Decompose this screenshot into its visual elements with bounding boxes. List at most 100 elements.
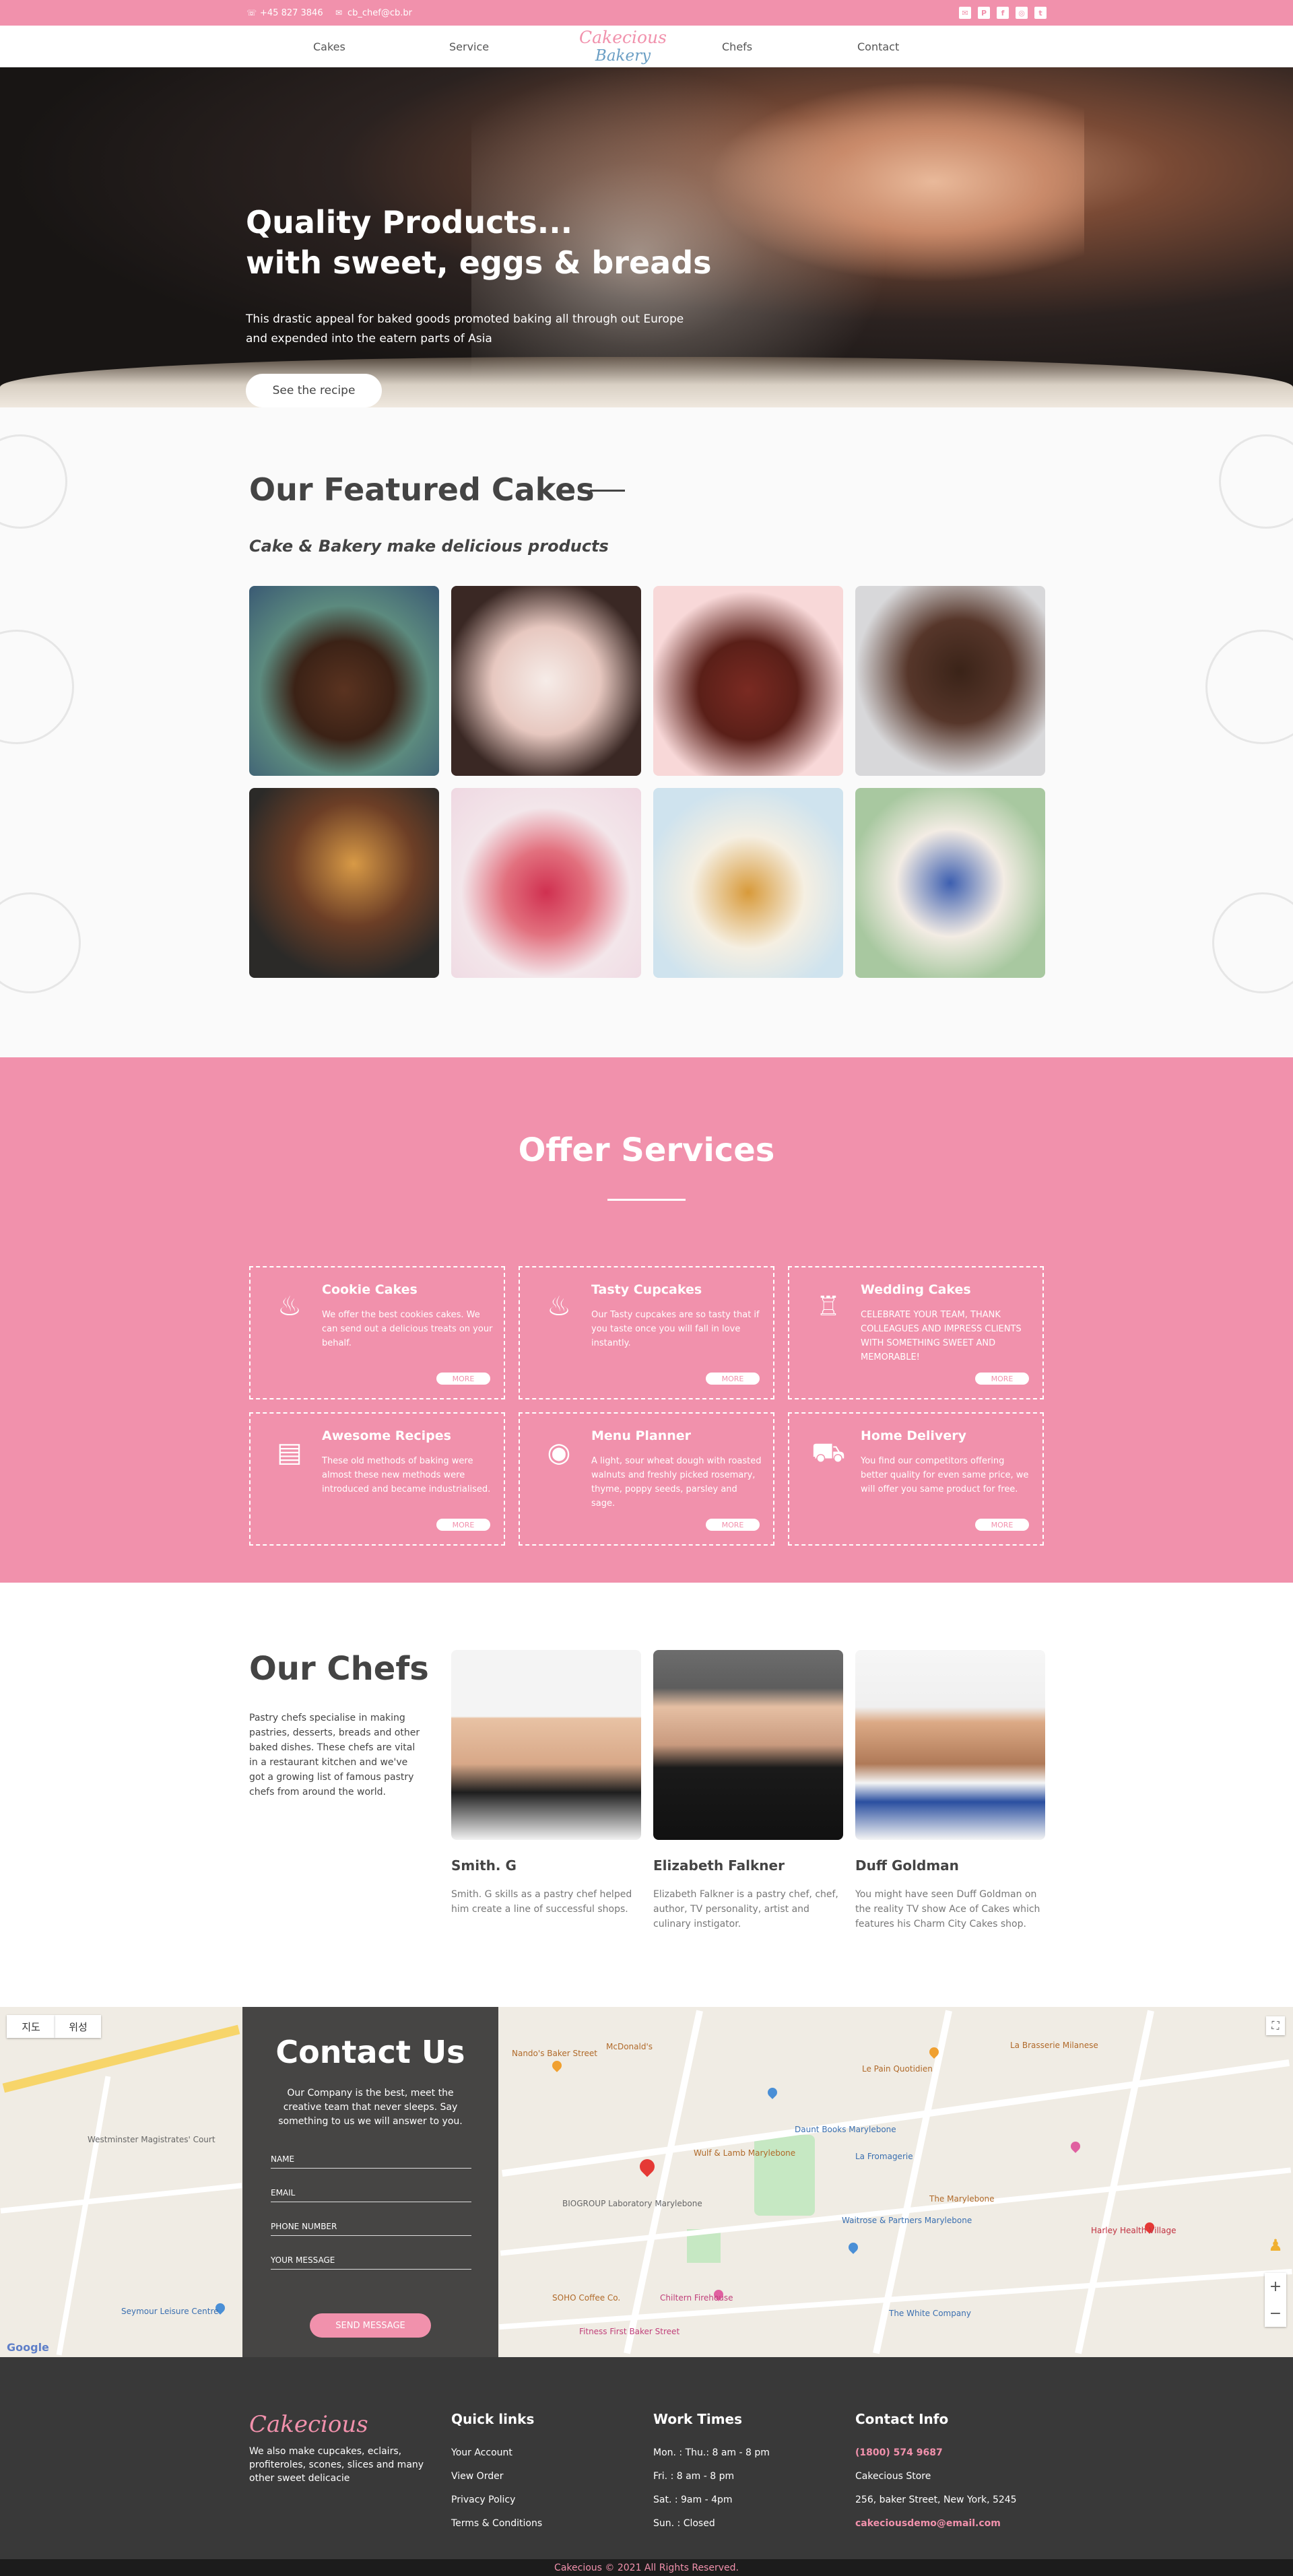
facebook-icon[interactable]: f <box>997 7 1009 19</box>
map-label: Nando's Baker Street <box>512 2049 597 2058</box>
cupcake-outline-decoration <box>0 892 81 993</box>
see-recipe-button[interactable]: See the recipe <box>246 374 382 407</box>
more-button[interactable]: MORE <box>975 1373 1029 1385</box>
chef-name: Smith. G <box>451 1857 517 1874</box>
quick-links-title: Quick links <box>451 2411 535 2427</box>
zoom-out-icon[interactable]: − <box>1265 2300 1286 2327</box>
pinterest-icon[interactable]: P <box>978 7 990 19</box>
cake-image-berry-tart[interactable] <box>451 788 641 978</box>
cake-image-chocolate-stack[interactable] <box>653 586 843 776</box>
zoom-in-icon[interactable]: + <box>1265 2273 1286 2300</box>
contact-title: Contact Us <box>275 2034 465 2070</box>
restaurant-pin-icon <box>550 2059 564 2072</box>
footer-phone[interactable]: (1800) 574 9687 <box>855 2446 1017 2459</box>
work-times-title: Work Times <box>653 2411 743 2427</box>
cake-image-drip-cake[interactable] <box>653 788 843 978</box>
services-title-underline <box>607 1199 686 1201</box>
footer-logo[interactable]: Cakecious <box>249 2411 431 2438</box>
cake-image-balloon-cake[interactable] <box>451 586 641 776</box>
map-label: BIOGROUP Laboratory Marylebone <box>562 2199 702 2208</box>
hero-title-line1: Quality Products... <box>246 204 573 240</box>
email-icon: ✉ <box>335 8 343 18</box>
recipe-book-icon: ▤ <box>277 1437 302 1468</box>
nav-item-cakes[interactable]: Cakes <box>313 26 345 67</box>
phone-field[interactable]: PHONE NUMBER <box>271 2214 471 2236</box>
delivery-truck-icon: ⛟ <box>811 1437 846 1468</box>
service-card-wedding-cakes: ♖ Wedding Cakes CELEBRATE YOUR TEAM, THA… <box>788 1266 1044 1399</box>
logo-bottom: Bakery <box>595 47 651 65</box>
cake-image-cupcake-brownie[interactable] <box>249 788 439 978</box>
chef-card-smith: Smith. G Smith. G skills as a pastry che… <box>451 1650 641 1917</box>
hero-description: This drastic appeal for baked goods prom… <box>246 312 684 345</box>
map-tab-map[interactable]: 지도 <box>7 2015 55 2038</box>
more-button[interactable]: MORE <box>706 1519 760 1531</box>
location-map[interactable]: 지도 위성 Nando's Baker Street McDonald's Da… <box>0 2007 1293 2357</box>
chef-card-duff-goldman: Duff Goldman You might have seen Duff Go… <box>855 1650 1045 1931</box>
fullscreen-icon[interactable]: ⛶ <box>1266 2016 1285 2035</box>
instagram-icon[interactable]: ◎ <box>1016 7 1028 19</box>
send-message-button[interactable]: SEND MESSAGE <box>310 2313 431 2338</box>
offer-services-section: Offer Services ♨ Cookie Cakes We offer t… <box>0 1057 1293 1583</box>
chefs-intro: Pastry chefs specialise in making pastri… <box>249 1713 420 1797</box>
nav-item-contact[interactable]: Contact <box>857 26 899 67</box>
twitter-icon[interactable]: t <box>1034 7 1047 19</box>
email-field[interactable]: EMAIL <box>271 2181 471 2202</box>
map-label: La Fromagerie <box>855 2152 913 2161</box>
cupcake-icon: ♨ <box>277 1291 302 1322</box>
map-road <box>1075 2010 1154 2354</box>
service-title: Awesome Recipes <box>322 1428 451 1443</box>
map-label: SOHO Coffee Co. <box>552 2293 621 2303</box>
footer-contact-info: Contact Info (1800) 574 9687 Cakecious S… <box>855 2411 1017 2540</box>
footer-link-account[interactable]: Your Account <box>451 2446 542 2459</box>
footer-address: 256, baker Street, New York, 5245 <box>855 2495 1017 2505</box>
footer-work-times: Work Times Mon. : Thu.: 8 am - 8 pm Fri.… <box>653 2411 770 2540</box>
footer-email[interactable]: cakeciousdemo@email.com <box>855 2517 1017 2530</box>
work-time-item: Sat. : 9am - 4pm <box>653 2495 733 2505</box>
cookie-icon: ◉ <box>547 1437 571 1468</box>
name-field[interactable]: NAME <box>271 2147 471 2169</box>
footer-store: Cakecious Store <box>855 2471 931 2482</box>
phone-contact[interactable]: ☏ +45 827 3846 <box>246 0 323 26</box>
map-label: The White Company <box>889 2309 971 2318</box>
more-button[interactable]: MORE <box>436 1373 490 1385</box>
service-card-tasty-cupcakes: ♨ Tasty Cupcakes Our Tasty cupcakes are … <box>519 1266 774 1399</box>
service-card-awesome-recipes: ▤ Awesome Recipes These old methods of b… <box>249 1412 505 1546</box>
featured-cakes-section: Our Featured Cakes Cake & Bakery make de… <box>0 407 1293 1057</box>
service-title: Menu Planner <box>591 1428 692 1443</box>
email-icon[interactable]: ✉ <box>959 7 971 19</box>
chef-photo <box>855 1650 1045 1840</box>
chef-name: Duff Goldman <box>855 1857 959 1874</box>
map-tab-satellite[interactable]: 위성 <box>55 2015 101 2038</box>
more-button[interactable]: MORE <box>436 1519 490 1531</box>
more-button[interactable]: MORE <box>706 1373 760 1385</box>
nav-item-chefs[interactable]: Chefs <box>722 26 752 67</box>
footer-link-privacy[interactable]: Privacy Policy <box>451 2493 542 2507</box>
map-label: Westminster Magistrates' Court <box>88 2135 216 2144</box>
service-title: Home Delivery <box>861 1428 966 1443</box>
footer-link-terms[interactable]: Terms & Conditions <box>451 2517 542 2530</box>
service-description: Our Tasty cupcakes are so tasty that if … <box>591 1310 760 1348</box>
message-field[interactable]: YOUR MESSAGE <box>271 2248 471 2270</box>
map-label: Wulf & Lamb Marylebone <box>694 2148 796 2158</box>
logo-top: Cakecious <box>579 28 667 47</box>
email-contact[interactable]: ✉ cb_chef@cb.br <box>334 0 412 26</box>
footer-link-order[interactable]: View Order <box>451 2470 542 2483</box>
location-pin-icon[interactable] <box>636 2156 658 2177</box>
cupcake-outline-decoration <box>1219 434 1293 529</box>
map-label: The Marylebone <box>929 2194 995 2204</box>
chef-photo <box>451 1650 641 1840</box>
map-label: Waitrose & Partners Marylebone <box>842 2216 972 2225</box>
more-button[interactable]: MORE <box>975 1519 1029 1531</box>
phone-icon: ☏ <box>246 8 257 18</box>
cake-image-brownie[interactable] <box>855 586 1045 776</box>
site-logo[interactable]: Cakecious Bakery <box>572 28 673 65</box>
service-description: A light, sour wheat dough with roasted w… <box>591 1456 762 1509</box>
footer-quick-links: Quick links Your Account View Order Priv… <box>451 2411 542 2540</box>
cake-image-blue-frosting-cake[interactable] <box>855 788 1045 978</box>
featured-title: Our Featured Cakes <box>249 471 595 508</box>
pegman-icon[interactable]: ♟ <box>1266 2236 1285 2259</box>
chef-card-elizabeth-falkner: Elizabeth Falkner Elizabeth Falkner is a… <box>653 1650 843 1931</box>
nav-item-service[interactable]: Service <box>449 26 489 67</box>
wedding-cake-icon: ♖ <box>816 1291 840 1322</box>
cake-image-chocolate-cupcake[interactable] <box>249 586 439 776</box>
